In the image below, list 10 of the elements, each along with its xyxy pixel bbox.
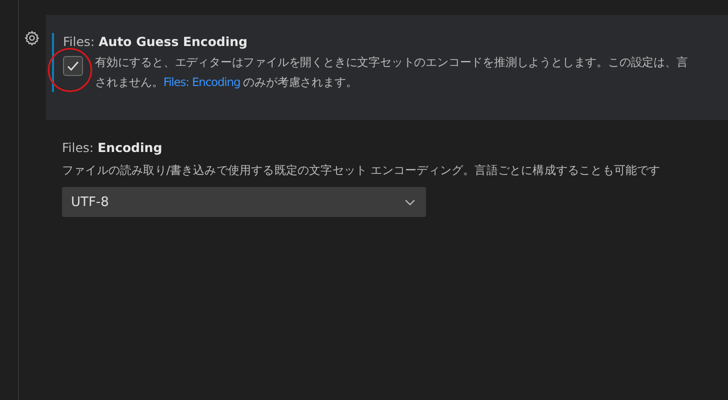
checkbox[interactable] <box>63 56 83 76</box>
settings-icon[interactable] <box>24 30 40 46</box>
setting-description: 有効にすると、エディターはファイルを開くときに文字セットのエンコードを推測しようとします。この設定は、言 されません。Files: Encoding のみが考慮されます。 <box>95 54 688 91</box>
setting-link[interactable]: Files: Encoding <box>163 75 240 89</box>
encoding-dropdown[interactable]: UTF-8 <box>62 187 426 217</box>
highlight-circle <box>47 47 93 93</box>
focus-indicator <box>52 33 54 92</box>
setting-title: Files: Auto Guess Encoding <box>63 33 248 51</box>
setting-description: ファイルの読み取り/書き込みで使用する既定の文字セット エンコーディング。言語ごとに構成することも可能です <box>62 162 660 179</box>
setting-title: Files: Encoding <box>62 139 164 157</box>
